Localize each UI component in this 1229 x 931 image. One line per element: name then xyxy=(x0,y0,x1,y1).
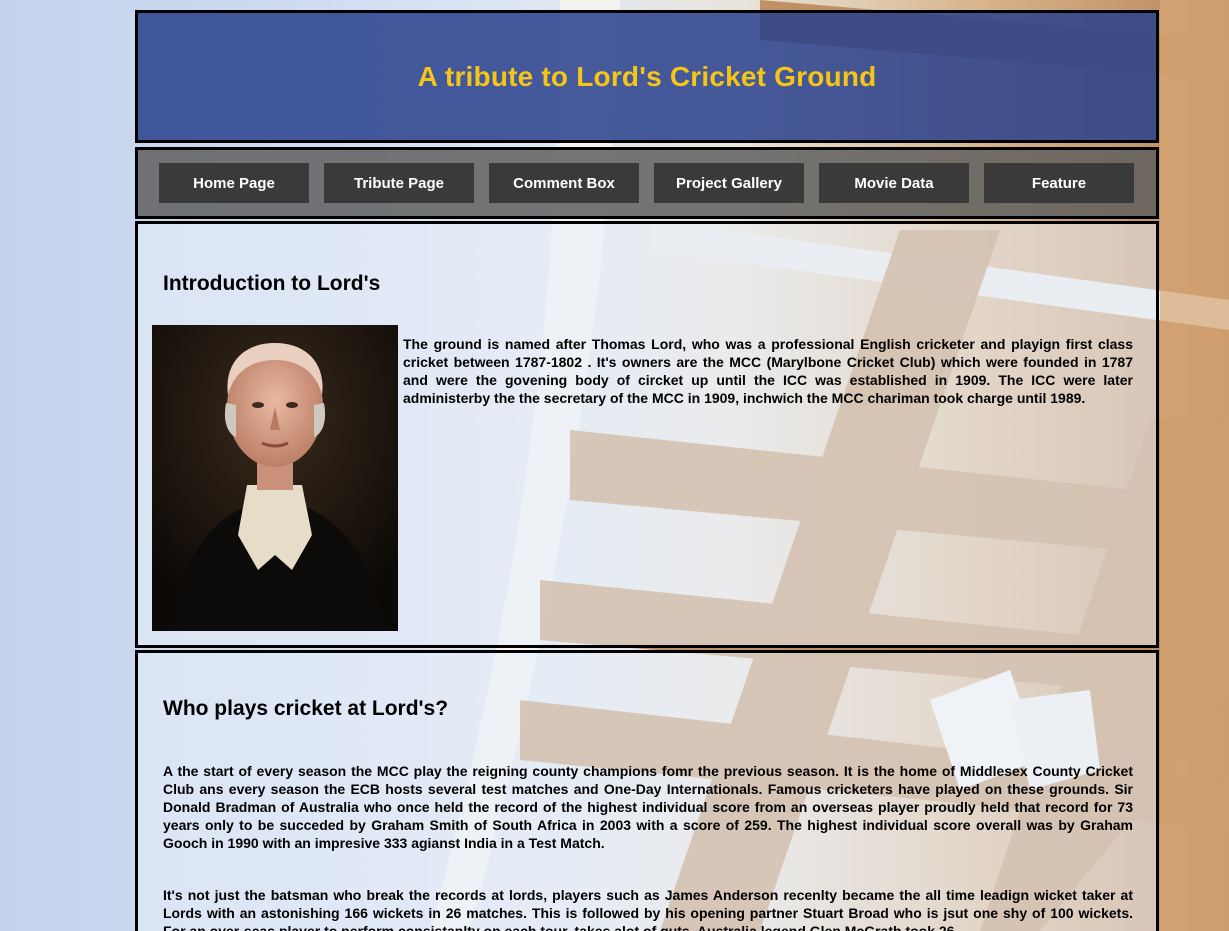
who-plays-paragraph-2: It's not just the batsman who break the … xyxy=(163,887,1133,931)
page-container: A tribute to Lord's Cricket Ground Home … xyxy=(135,10,1159,931)
nav-tribute-button[interactable]: Tribute Page xyxy=(324,163,474,203)
who-plays-paragraph-1: A the start of every season the MCC play… xyxy=(163,763,1133,851)
nav-gallery-button[interactable]: Project Gallery xyxy=(654,163,804,203)
thomas-lord-portrait xyxy=(152,325,398,631)
page-title: A tribute to Lord's Cricket Ground xyxy=(417,60,877,92)
nav-home-button[interactable]: Home Page xyxy=(159,163,309,203)
nav-comment-button[interactable]: Comment Box xyxy=(489,163,639,203)
site-header: A tribute to Lord's Cricket Ground xyxy=(135,10,1159,143)
intro-section: Introduction to Lord's The ground is nam… xyxy=(135,221,1159,648)
who-plays-heading: Who plays cricket at Lord's? xyxy=(163,697,449,720)
nav-movie-button[interactable]: Movie Data xyxy=(819,163,969,203)
intro-paragraph: The ground is named after Thomas Lord, w… xyxy=(403,336,1133,406)
intro-heading: Introduction to Lord's xyxy=(163,272,381,295)
who-plays-section: Who plays cricket at Lord's? A the start… xyxy=(135,650,1159,931)
nav-bar: Home Page Tribute Page Comment Box Proje… xyxy=(135,147,1159,219)
nav-feature-button[interactable]: Feature xyxy=(984,163,1134,203)
